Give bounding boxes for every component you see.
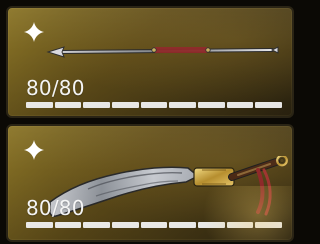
durability-segment xyxy=(83,102,111,108)
durability-segment xyxy=(54,102,82,108)
four-point-star-icon xyxy=(22,138,46,162)
durability-segment xyxy=(255,222,283,228)
durability-segment xyxy=(26,102,53,108)
card-glow xyxy=(192,186,292,240)
durability-text: 80/80 xyxy=(26,196,85,220)
durability-bar xyxy=(26,102,283,108)
durability-segment xyxy=(112,102,139,108)
four-point-star-icon xyxy=(22,20,46,44)
durability-segment xyxy=(26,222,53,228)
weapon-card-spear[interactable]: 80/80 xyxy=(6,6,294,118)
weapon-list: 80/80 80/80 xyxy=(0,0,303,244)
durability-bar xyxy=(26,222,283,228)
durability-segment xyxy=(169,222,197,228)
durability-segment xyxy=(140,102,168,108)
durability-segment xyxy=(140,222,168,228)
durability-segment xyxy=(255,102,283,108)
durability-segment xyxy=(83,222,111,228)
durability-segment xyxy=(226,222,254,228)
durability-segment xyxy=(198,222,225,228)
durability-text: 80/80 xyxy=(26,76,85,100)
weapon-card-broadsword[interactable]: 80/80 xyxy=(6,124,294,242)
durability-segment xyxy=(198,102,225,108)
durability-segment xyxy=(226,102,254,108)
durability-segment xyxy=(169,102,197,108)
spear-weapon-icon xyxy=(42,36,284,68)
durability-segment xyxy=(112,222,139,228)
durability-segment xyxy=(54,222,82,228)
